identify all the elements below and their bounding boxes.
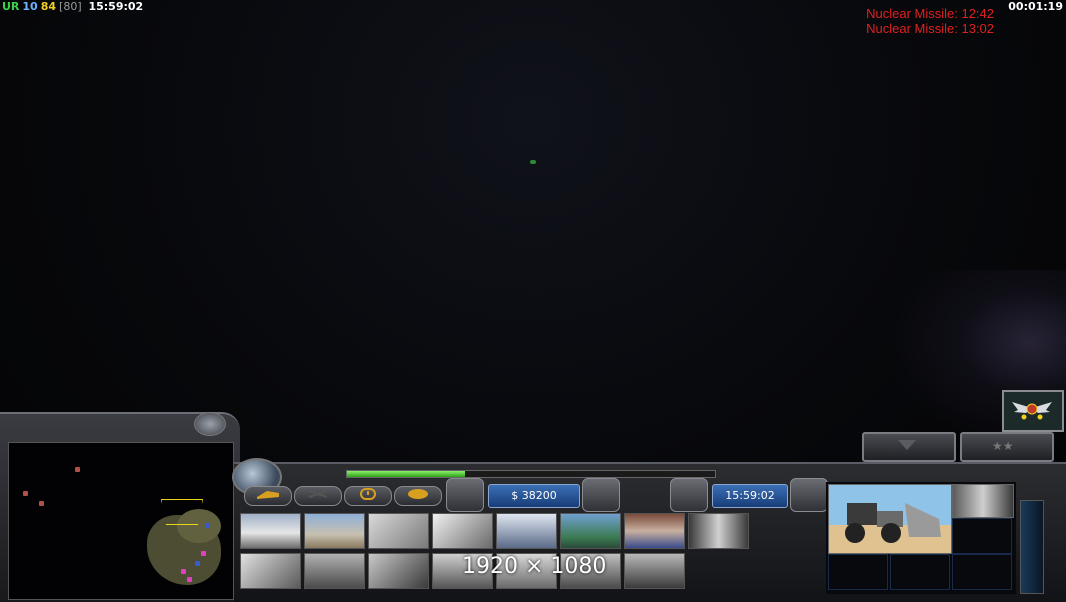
tab-defenses[interactable] [294, 486, 342, 506]
stars-icon: ★★ [992, 439, 1014, 453]
radar-viewport[interactable] [161, 499, 203, 525]
selected-unit-portrait[interactable] [828, 484, 952, 554]
build-war-factory[interactable] [432, 513, 493, 549]
selection-slot[interactable] [890, 554, 950, 590]
build-barracks[interactable] [304, 513, 365, 549]
radar-minimap[interactable] [8, 442, 234, 600]
alert-list: Nuclear Missile: 12:42 Nuclear Missile: … [866, 6, 994, 36]
build-queue-grid [240, 513, 752, 593]
map-object[interactable] [530, 160, 536, 164]
selected-unit-secondary[interactable] [952, 484, 1014, 518]
radar-knob [194, 412, 226, 436]
svg-text:★★: ★★ [992, 439, 1014, 453]
build-silo[interactable] [688, 513, 749, 549]
chat-tab-icon [408, 489, 428, 499]
defense-tab-icon [308, 490, 328, 498]
power-meter [346, 470, 716, 478]
tab-vehicles[interactable] [394, 486, 442, 506]
resolution-overlay: 1920 × 1080 [462, 554, 607, 579]
build-sam-site[interactable] [560, 513, 621, 549]
sidebar-collapse-button[interactable] [862, 432, 956, 462]
alert-tab-icon [360, 488, 376, 500]
general-rank-button[interactable] [1002, 390, 1064, 432]
player-stats: UR 10 84 [80] 15:59:02 [2, 0, 146, 13]
game-clock-readout: 15:59:02 [712, 484, 788, 508]
clock-cap-left [670, 478, 708, 512]
radar-frame [0, 412, 240, 602]
radar-enemy-dot [75, 467, 80, 472]
radar-unit-dot [187, 577, 192, 582]
radar-ally-dot [205, 523, 210, 528]
tab-infantry[interactable] [344, 486, 392, 506]
build-laser-turret[interactable] [624, 513, 685, 549]
unit-count: 84 [40, 0, 57, 13]
chevron-down-icon [898, 440, 916, 450]
dozer-icon [829, 485, 951, 553]
selection-slot[interactable] [952, 518, 1012, 554]
clock-cap-right [790, 478, 828, 512]
build-supply-center[interactable] [368, 513, 429, 549]
alert-nuke-2: Nuclear Missile: 13:02 [866, 21, 994, 36]
radar-enemy-dot [23, 491, 28, 496]
alert-nuke-1: Nuclear Missile: 12:42 [866, 6, 994, 21]
radar-unit-dot [201, 551, 206, 556]
selection-panel [826, 482, 1016, 594]
general-powers-button[interactable]: ★★ [960, 432, 1054, 462]
money-cap-right [582, 478, 620, 512]
command-scrollbar[interactable] [1020, 500, 1044, 594]
radar-unit-dot [181, 569, 186, 574]
tab-structures[interactable] [244, 486, 292, 506]
power-count: 10 [22, 0, 38, 13]
faction-label: UR [2, 0, 20, 13]
unit-cap: [80] [59, 0, 82, 13]
build-airfield[interactable] [240, 553, 301, 589]
rank-wings-icon [1012, 402, 1052, 420]
build-extra[interactable] [624, 553, 685, 589]
money-cap-left [446, 478, 484, 512]
elapsed-timer: 00:01:19 [1008, 0, 1063, 13]
build-supply-drop[interactable] [304, 553, 365, 589]
structure-tab-icon [257, 491, 279, 499]
selection-slot[interactable] [828, 554, 888, 590]
build-power-plant[interactable] [496, 513, 557, 549]
money-readout: $ 38200 [488, 484, 580, 508]
selection-slot[interactable] [952, 554, 1012, 590]
radar-ally-dot [195, 561, 200, 566]
radar-enemy-dot [39, 501, 44, 506]
build-bunker[interactable] [368, 553, 429, 589]
build-command-center[interactable] [240, 513, 301, 549]
power-meter-fill [347, 471, 465, 477]
system-clock: 15:59:02 [88, 0, 144, 13]
